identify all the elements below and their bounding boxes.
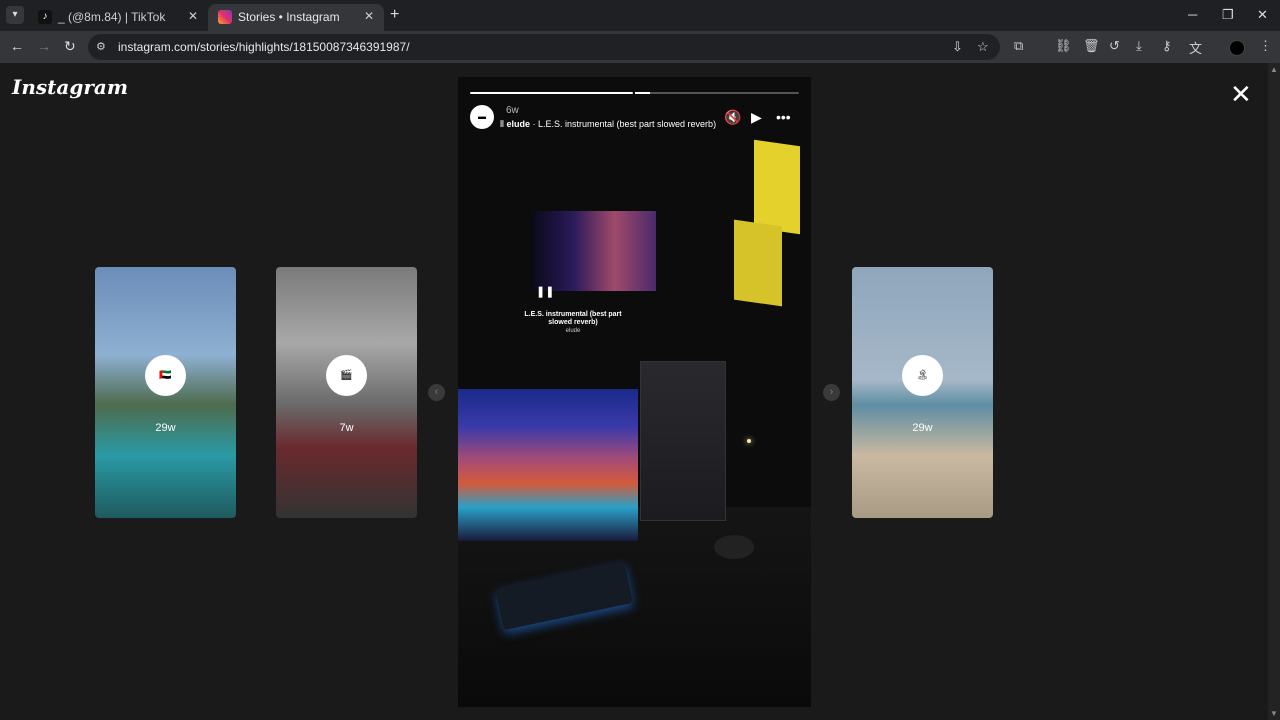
url-text[interactable]: instagram.com/stories/highlights/1815008… [118,40,410,54]
back-icon[interactable]: ← [10,38,24,54]
music-artist: elude [506,119,530,129]
tab-title: Stories • Instagram [238,10,340,24]
password-key-icon[interactable]: ⚷ [1162,38,1172,54]
monitor-image [458,389,638,541]
tab-title: _ (@8m.84) | TikTok [58,10,166,24]
more-options-icon[interactable]: ••• [776,109,791,125]
stories-viewer: Instagram ✕ 🇦🇪 29w 🎬 7w 🏝 29w ‹ › ❚❚ L.E… [0,63,1268,720]
link-icon[interactable]: ⛓ [1055,38,1072,54]
tab-tiktok[interactable]: ♪ _ (@8m.84) | TikTok ✕ [28,4,208,31]
story-preview-card[interactable]: 🎬 7w [276,267,417,518]
tab-instagram[interactable]: Stories • Instagram ✕ [208,4,384,31]
site-info-icon[interactable]: ⚙ [96,40,110,54]
close-viewer-icon[interactable]: ✕ [1230,79,1252,110]
story-owner-avatar[interactable]: ▬ [470,105,494,129]
instagram-logo[interactable]: Instagram [12,75,128,99]
forward-icon[interactable]: → [37,38,51,54]
translate-icon[interactable]: 文 [1189,38,1202,57]
download-icon[interactable]: ⤓ [1136,38,1142,54]
next-story-icon[interactable]: › [823,384,840,401]
story-avatar: 🏝 [902,355,943,396]
sticker-song-title: L.E.S. instrumental (best part slowed re… [524,311,622,326]
menu-kebab-icon[interactable]: ⋮ [1259,38,1272,54]
mouse-image [714,535,754,559]
instagram-icon [218,10,232,24]
extensions-icon[interactable]: ⧉ [1014,38,1023,54]
scroll-up-icon[interactable]: ▲ [1270,65,1278,74]
story-progress-bar [470,92,633,94]
history-icon[interactable]: ↺ [1109,38,1120,54]
story-age: 6w [506,105,519,116]
tab-strip: ▾ ♪ _ (@8m.84) | TikTok ✕ Stories • Inst… [0,0,1280,31]
yellow-shelf [754,139,800,235]
vertical-monitor-image [640,361,726,521]
new-tab-button[interactable]: + [390,6,399,24]
sticker-song-artist: elude [565,328,581,334]
trash-icon[interactable]: 🗑 [1083,38,1100,54]
tiktok-icon: ♪ [38,10,52,24]
story-progress-bar [635,92,799,94]
restore-icon[interactable]: ❐ [1222,7,1234,23]
story-preview-card[interactable]: 🏝 29w [852,267,993,518]
story-avatar: 🎬 [326,355,367,396]
lamp-light [747,439,751,443]
mute-icon[interactable]: 🔇 [724,109,741,126]
story-avatar: 🇦🇪 [145,355,186,396]
sticker-pause-icon[interactable]: ❚❚ [536,285,554,298]
bookmark-star-icon[interactable]: ☆ [977,39,989,55]
music-sticker-art [532,211,656,291]
story-age: 29w [912,422,933,434]
reload-icon[interactable]: ↻ [64,38,76,55]
close-tab-icon[interactable]: ✕ [364,9,374,23]
scroll-down-icon[interactable]: ▼ [1270,709,1278,718]
story-preview-card[interactable]: 🇦🇪 29w [95,267,236,518]
install-app-icon[interactable]: ⇩ [952,39,963,55]
play-icon[interactable]: ▶ [751,109,762,126]
active-story[interactable]: ❚❚ L.E.S. instrumental (best part slowed… [458,77,811,707]
music-track: L.E.S. instrumental (best part slowed re… [537,119,717,129]
address-bar[interactable]: ⚙ instagram.com/stories/highlights/18150… [88,34,1000,60]
window-close-icon[interactable]: ✕ [1257,7,1268,23]
previous-story-icon[interactable]: ‹ [428,384,445,401]
story-music-info[interactable]: ⦀ elude · L.E.S. instrumental (best part… [500,119,716,130]
profile-avatar[interactable] [1229,40,1245,56]
close-tab-icon[interactable]: ✕ [188,9,198,23]
page-scrollbar[interactable]: ▲ ▼ [1268,63,1280,720]
story-age: 7w [339,422,354,434]
yellow-shelf [734,219,782,307]
minimize-icon[interactable]: ─ [1188,7,1197,22]
tab-search-button[interactable]: ▾ [6,6,24,24]
story-age: 29w [155,422,176,434]
